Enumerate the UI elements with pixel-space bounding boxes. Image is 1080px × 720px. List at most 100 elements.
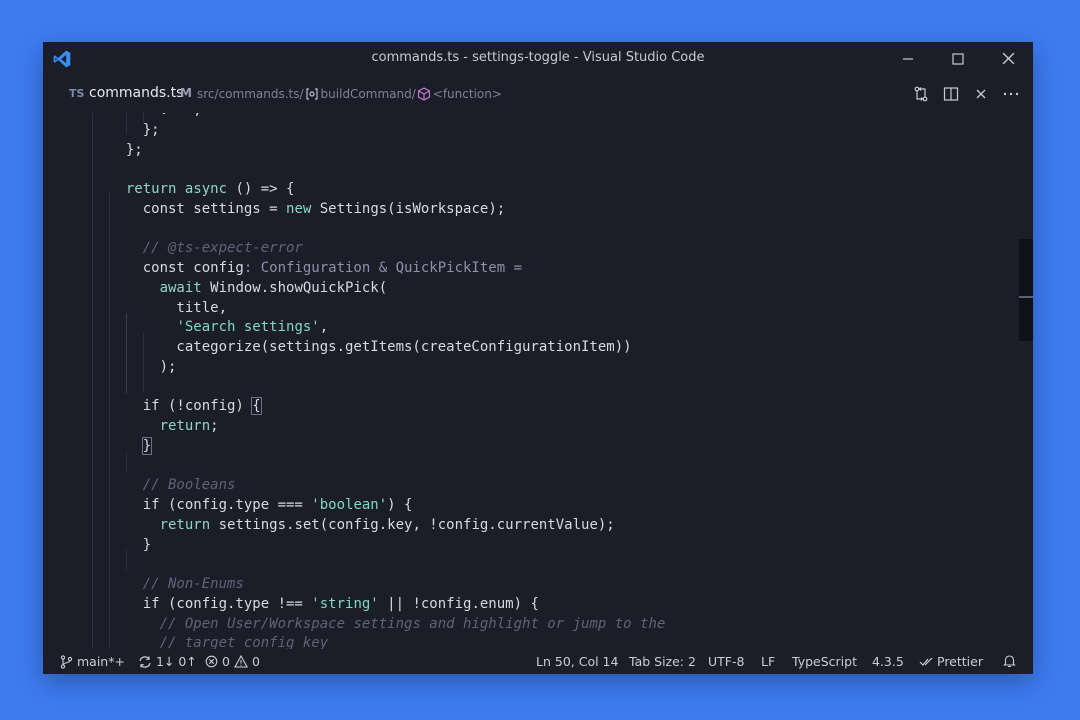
code-token: return xyxy=(159,418,211,434)
warning-count: 0 xyxy=(251,654,260,669)
code-token: const config xyxy=(109,260,244,276)
code-line[interactable]: // target config key xyxy=(109,634,665,649)
editor-tab-bar: TS commands.ts M src / commands.ts / build… xyxy=(43,75,1033,113)
code-line[interactable]: const settings = new Settings(isWorkspac… xyxy=(109,200,665,220)
code-line[interactable]: if (config.type === 'boolean') { xyxy=(109,496,665,516)
notifications-button[interactable] xyxy=(1003,654,1016,668)
scrollbar-cursor-marker xyxy=(1019,296,1033,298)
code-token: 'boolean' xyxy=(311,497,388,513)
breadcrumb-item-file[interactable]: commands.ts xyxy=(219,87,300,101)
symbol-cube-icon xyxy=(417,87,431,101)
typescript-file-icon: TS xyxy=(69,87,85,100)
tab-size[interactable]: Tab Size: 2 xyxy=(629,654,696,669)
bell-icon xyxy=(1003,654,1016,668)
code-line[interactable]: } xyxy=(109,436,665,457)
title-bar: commands.ts - settings-toggle - Visual S… xyxy=(43,42,1033,75)
vscode-window: commands.ts - settings-toggle - Visual S… xyxy=(43,42,1033,674)
code-token: // @ts-expect-error xyxy=(142,240,303,257)
breadcrumb-item-buildcommand[interactable]: buildCommand xyxy=(321,87,412,101)
code-token: if (config.type !== xyxy=(109,595,312,612)
code-line[interactable]: ); xyxy=(109,358,665,378)
code-token: // Open User/Workspace settings and high… xyxy=(159,615,666,632)
git-branch-icon xyxy=(60,654,73,669)
sync-counts: 1↓ 0↑ xyxy=(156,654,197,669)
code-token: new xyxy=(286,200,312,217)
code-token: } xyxy=(109,536,152,553)
indent-guide xyxy=(92,113,93,649)
code-token: }; xyxy=(109,141,143,158)
prettier-status[interactable]: Prettier xyxy=(919,654,983,669)
code-token: settings.set(config.key, !config.current… xyxy=(210,516,615,533)
code-line[interactable]: // Non-Enums xyxy=(109,575,665,595)
code-line[interactable]: return settings.set(config.key, !config.… xyxy=(109,516,665,536)
code-line[interactable]: title, xyxy=(109,299,665,319)
code-line[interactable]: return; xyxy=(91,417,1033,437)
code-line[interactable]: // Booleans xyxy=(109,476,665,496)
code-line[interactable]: 'Search settings', xyxy=(109,318,665,338)
line-ending[interactable]: LF xyxy=(761,654,775,669)
code-line[interactable]: categorize(settings.getItems(createConfi… xyxy=(109,338,665,358)
code-token: // Non-Enums xyxy=(142,576,244,592)
code-line[interactable] xyxy=(109,555,665,575)
code-line[interactable]: if (config.type !== 'string' || !config.… xyxy=(109,595,665,615)
code-token: // target config key xyxy=(159,635,329,649)
warning-icon xyxy=(234,655,248,668)
code-token: Window.showQuickPick( xyxy=(201,279,388,296)
ellipsis-icon[interactable] xyxy=(1001,84,1021,104)
code-line[interactable]: : ``, xyxy=(109,113,665,121)
code-token: , xyxy=(319,319,329,336)
code-line[interactable]: // Open User/Workspace settings and high… xyxy=(109,615,666,635)
branch-name: main*+ xyxy=(77,654,125,669)
code-line[interactable]: const config: Configuration & QuickPickI… xyxy=(109,259,665,279)
breadcrumb-item-function[interactable]: <function> xyxy=(433,87,502,101)
encoding[interactable]: UTF-8 xyxy=(708,654,744,669)
code-token: title, xyxy=(109,299,228,316)
typescript-version[interactable]: 4.3.5 xyxy=(872,654,904,669)
matched-bracket: { xyxy=(251,397,262,416)
problems-status[interactable]: 0 0 xyxy=(205,654,260,669)
code-token: if (!config) xyxy=(109,398,253,415)
error-count: 0 xyxy=(222,654,230,669)
code-token: categorize(settings.getItems(createConfi… xyxy=(109,339,632,355)
sync-status[interactable]: 1↓ 0↑ xyxy=(138,654,197,669)
minimize-button[interactable] xyxy=(883,42,933,75)
split-editor-icon[interactable] xyxy=(941,84,961,104)
tab-commands-ts[interactable]: commands.ts xyxy=(89,85,183,101)
minimap-slider[interactable] xyxy=(1019,239,1033,341)
code-token: return xyxy=(125,181,177,197)
code-token: 'string' xyxy=(311,595,379,612)
formatter-name: Prettier xyxy=(937,654,983,669)
modified-indicator: M xyxy=(180,86,192,100)
code-token: : ``, xyxy=(109,113,202,118)
code-line[interactable]: } xyxy=(109,536,665,556)
code-line[interactable] xyxy=(109,378,665,398)
code-token: ; xyxy=(210,418,219,434)
branch-status[interactable]: main*+ xyxy=(60,654,125,669)
editor-actions xyxy=(911,84,1021,104)
code-line[interactable]: if (!config) { xyxy=(109,397,665,417)
close-icon[interactable] xyxy=(971,84,991,104)
language-mode[interactable]: TypeScript xyxy=(792,654,857,669)
git-compare-icon[interactable] xyxy=(911,84,931,104)
code-line[interactable] xyxy=(109,457,665,477)
code-line[interactable]: await Window.showQuickPick( xyxy=(109,279,665,299)
code-line[interactable]: }; xyxy=(109,121,665,141)
cursor-position[interactable]: Ln 50, Col 14 xyxy=(536,654,618,669)
close-window-button[interactable] xyxy=(983,42,1033,75)
code-line[interactable]: return async () => { xyxy=(109,180,665,200)
code-line[interactable]: // @ts-expect-error xyxy=(109,239,665,259)
breadcrumb-separator: / xyxy=(299,87,304,101)
breadcrumb-item-src[interactable]: src xyxy=(197,87,215,101)
code-editor[interactable]: : ``, }; }; return async () => { const s… xyxy=(43,113,1033,649)
code-token: || !config.enum) { xyxy=(378,595,539,612)
code-line[interactable]: }; xyxy=(109,141,665,161)
code-line[interactable] xyxy=(109,160,665,180)
maximize-button[interactable] xyxy=(933,42,983,75)
code-line[interactable] xyxy=(109,220,665,240)
breadcrumb-separator: / xyxy=(411,87,416,101)
